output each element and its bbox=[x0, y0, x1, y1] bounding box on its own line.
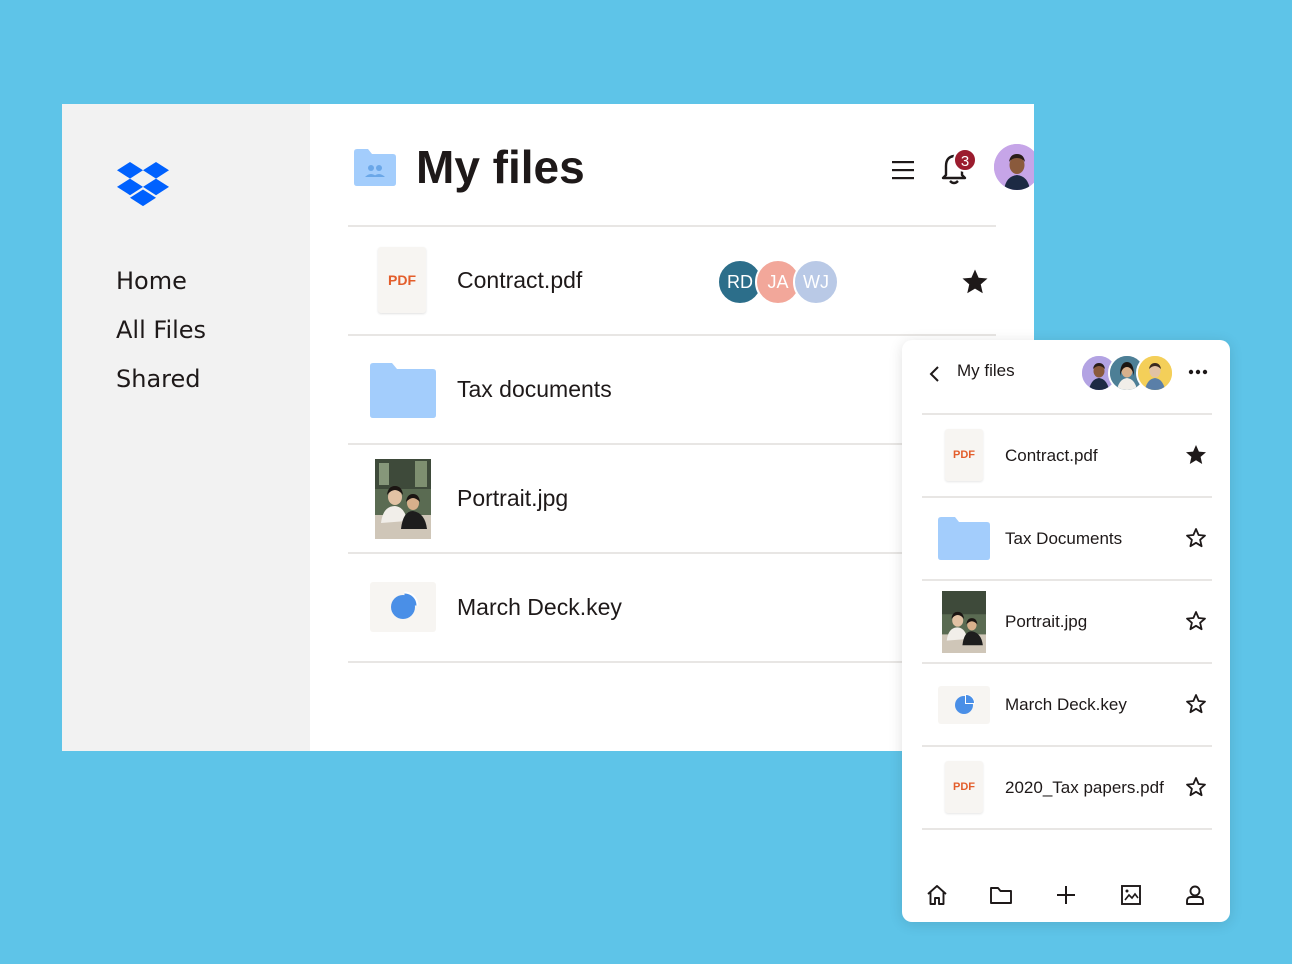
user-avatar[interactable] bbox=[994, 144, 1034, 190]
shared-folder-icon bbox=[354, 148, 396, 186]
file-row[interactable]: Portrait.jpg bbox=[348, 443, 996, 552]
list-item[interactable]: March Deck.key bbox=[922, 662, 1212, 745]
mobile-header: My files bbox=[902, 340, 1230, 410]
star-outline-icon[interactable] bbox=[1184, 692, 1208, 716]
keynote-file-icon bbox=[370, 582, 436, 632]
image-thumbnail bbox=[375, 459, 431, 539]
sidebar: Home All Files Shared bbox=[62, 104, 310, 751]
mobile-panel: My files PDF Contract.pdf Tax Documents … bbox=[902, 340, 1230, 922]
member-avatar bbox=[1136, 354, 1174, 392]
plus-icon[interactable] bbox=[1053, 882, 1079, 908]
photos-icon[interactable] bbox=[1118, 882, 1144, 908]
mobile-file-list: PDF Contract.pdf Tax Documents Portrait.… bbox=[922, 413, 1212, 830]
hamburger-icon[interactable] bbox=[892, 160, 914, 180]
file-name[interactable]: Contract.pdf bbox=[457, 227, 582, 334]
folder-icon bbox=[370, 356, 436, 422]
collaborator-avatar: WJ bbox=[793, 259, 839, 305]
sidebar-nav: Home All Files Shared bbox=[116, 264, 206, 411]
list-item[interactable]: PDF Contract.pdf bbox=[922, 413, 1212, 496]
star-outline-icon[interactable] bbox=[1184, 526, 1208, 550]
home-icon[interactable] bbox=[924, 882, 950, 908]
dropbox-logo-icon[interactable] bbox=[117, 162, 169, 208]
mobile-tab-bar bbox=[902, 870, 1230, 922]
member-avatars bbox=[1080, 354, 1176, 392]
file-name[interactable]: Portrait.jpg bbox=[1005, 581, 1087, 662]
pdf-file-icon: PDF bbox=[945, 429, 983, 481]
list-item[interactable]: PDF 2020_Tax papers.pdf bbox=[922, 745, 1212, 830]
page-header: My files 3 bbox=[354, 140, 1034, 200]
mobile-title: My files bbox=[957, 361, 1015, 380]
file-name[interactable]: Tax documents bbox=[457, 336, 612, 443]
star-filled-icon[interactable] bbox=[960, 267, 990, 297]
file-name[interactable]: Portrait.jpg bbox=[457, 445, 568, 552]
folder-icon bbox=[938, 516, 990, 560]
image-thumbnail bbox=[942, 591, 986, 653]
star-outline-icon[interactable] bbox=[1184, 775, 1208, 799]
notification-badge: 3 bbox=[953, 148, 977, 172]
list-item[interactable]: Tax Documents bbox=[922, 496, 1212, 579]
file-name[interactable]: Tax Documents bbox=[1005, 498, 1122, 579]
file-row[interactable]: Tax documents bbox=[348, 334, 996, 443]
chevron-left-icon[interactable] bbox=[928, 364, 942, 384]
page-title: My files bbox=[416, 141, 585, 193]
file-list: PDF Contract.pdf RD JA WJ Tax documents … bbox=[348, 225, 996, 663]
list-item[interactable]: Portrait.jpg bbox=[922, 579, 1212, 662]
file-name[interactable]: March Deck.key bbox=[457, 554, 622, 661]
pdf-file-icon: PDF bbox=[945, 761, 983, 813]
file-name[interactable]: March Deck.key bbox=[1005, 664, 1127, 745]
more-horizontal-icon[interactable] bbox=[1188, 368, 1208, 376]
star-filled-icon[interactable] bbox=[1184, 443, 1208, 467]
star-outline-icon[interactable] bbox=[1184, 609, 1208, 633]
sidebar-item-shared[interactable]: Shared bbox=[116, 362, 206, 411]
file-name[interactable]: 2020_Tax papers.pdf bbox=[1005, 747, 1164, 828]
file-row[interactable]: PDF Contract.pdf RD JA WJ bbox=[348, 225, 996, 334]
pdf-file-icon: PDF bbox=[378, 247, 426, 313]
file-name[interactable]: Contract.pdf bbox=[1005, 415, 1098, 496]
account-icon[interactable] bbox=[1182, 882, 1208, 908]
file-row[interactable]: March Deck.key bbox=[348, 552, 996, 663]
collaborators: RD JA WJ bbox=[717, 259, 847, 305]
sidebar-item-all-files[interactable]: All Files bbox=[116, 313, 206, 362]
desktop-window: Home All Files Shared My files 3 PDF Con… bbox=[62, 104, 1034, 751]
keynote-file-icon bbox=[938, 686, 990, 724]
sidebar-item-home[interactable]: Home bbox=[116, 264, 206, 313]
folder-icon[interactable] bbox=[988, 882, 1014, 908]
